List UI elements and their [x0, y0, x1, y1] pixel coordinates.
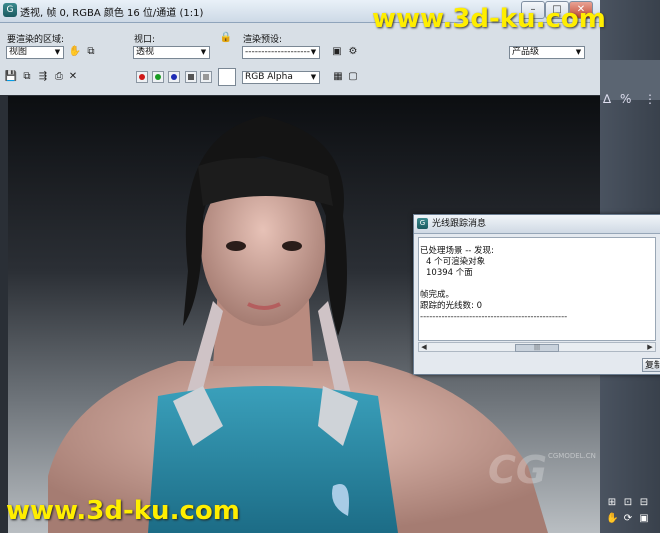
scroll-right-icon[interactable]: ▶	[645, 342, 655, 352]
zoom-extents-icon[interactable]: ⊞	[606, 497, 618, 509]
message-line: 4 个可渲染对象	[426, 257, 486, 267]
chevron-down-icon: ▼	[310, 48, 317, 56]
preset-label: 渲染预设:	[243, 35, 283, 45]
copy-button[interactable]: 复制	[642, 358, 660, 372]
frame-window-icon[interactable]: ▢	[346, 70, 360, 84]
message-line	[420, 279, 655, 290]
area-label: 要渲染的区域:	[7, 35, 65, 45]
area-value: 视图	[9, 47, 28, 57]
viewport-nav-icons: ⊞ ⊡ ⊟ ✋ ⟳ ▣	[606, 497, 656, 529]
copy-icon[interactable]: ⧉	[84, 45, 98, 59]
side-symbol-1[interactable]: ∆	[603, 92, 611, 106]
chevron-down-icon: ▼	[310, 73, 317, 81]
message-line: 跟踪的光线数: 0	[420, 301, 482, 311]
side-symbol-2[interactable]: %	[620, 92, 631, 106]
message-line: 帧完成。	[420, 290, 455, 300]
message-line: 已处理场景 -- 发现:	[420, 246, 494, 256]
monochrome-icon[interactable]	[200, 71, 212, 83]
green-channel-icon[interactable]	[152, 71, 164, 83]
display-alpha-icon[interactable]: ▦	[331, 70, 345, 84]
copy-image-icon[interactable]: ⧉	[20, 70, 34, 84]
hand-icon[interactable]: ✋	[68, 45, 82, 59]
cg-logo: CG	[488, 448, 548, 492]
scrollbar-thumb[interactable]: |||	[515, 344, 559, 352]
cg-logo-subtext: CGMODEL.CN	[548, 452, 596, 460]
app-icon: G	[3, 3, 17, 17]
watermark-bottom: www.3d-ku.com	[6, 496, 240, 526]
viewport-label: 视口:	[134, 35, 156, 45]
chevron-down-icon: ▼	[200, 48, 207, 56]
chevron-down-icon: ▼	[54, 48, 61, 56]
side-symbol-3[interactable]: ⋮	[644, 92, 656, 106]
quality-value: 产品级	[512, 47, 540, 57]
pan-icon[interactable]: ✋	[606, 513, 618, 525]
gear-icon[interactable]: ⚙	[346, 45, 360, 59]
blue-channel-icon[interactable]	[168, 71, 180, 83]
preset-value: --------------------	[245, 47, 310, 57]
viewport-dropdown[interactable]: 透视 ▼	[133, 46, 210, 59]
clone-icon[interactable]: ⇶	[36, 70, 50, 84]
message-divider: ----------------------------------------…	[420, 312, 568, 322]
fov-icon[interactable]: ⊟	[638, 497, 650, 509]
red-channel-icon[interactable]	[136, 71, 148, 83]
message-line: 10394 个面	[426, 268, 473, 278]
area-dropdown[interactable]: 视图 ▼	[6, 46, 64, 59]
orbit-icon[interactable]: ⟳	[622, 513, 634, 525]
raytrace-message-window: G 光线跟踪消息 已处理场景 -- 发现: 4 个可渲染对象 10394 个面 …	[413, 214, 660, 375]
window-title: 透视, 帧 0, RGBA 颜色 16 位/通道 (1:1)	[20, 8, 204, 19]
scroll-left-icon[interactable]: ◀	[419, 342, 429, 352]
print-icon[interactable]: ⎙	[52, 70, 66, 84]
message-text-area[interactable]: 已处理场景 -- 发现: 4 个可渲染对象 10394 个面 帧完成。 跟踪的光…	[418, 237, 656, 341]
lock-icon[interactable]: 🔒	[219, 31, 233, 45]
clear-icon[interactable]: ✕	[66, 70, 80, 84]
channel-value: RGB Alpha	[245, 72, 293, 82]
chevron-down-icon: ▼	[575, 48, 582, 56]
app-icon: G	[417, 218, 428, 229]
save-icon[interactable]: 💾	[4, 70, 18, 84]
watermark-top: www.3d-ku.com	[372, 4, 606, 34]
viewport-value: 透视	[136, 47, 155, 57]
channel-dropdown[interactable]: RGB Alpha ▼	[242, 71, 320, 84]
horizontal-scrollbar[interactable]: ◀ ||| ▶	[418, 342, 656, 352]
quality-dropdown[interactable]: 产品级 ▼	[509, 46, 585, 59]
message-window-title: 光线跟踪消息	[432, 219, 487, 229]
color-swatch[interactable]	[218, 68, 236, 86]
zoom-region-icon[interactable]: ⊡	[622, 497, 634, 509]
maximize-viewport-icon[interactable]: ▣	[638, 513, 650, 525]
preset-dropdown[interactable]: -------------------- ▼	[242, 46, 320, 59]
alpha-channel-icon[interactable]	[185, 71, 197, 83]
render-setup-icon[interactable]: ▣	[330, 45, 344, 59]
message-window-titlebar[interactable]: G 光线跟踪消息	[414, 215, 660, 234]
